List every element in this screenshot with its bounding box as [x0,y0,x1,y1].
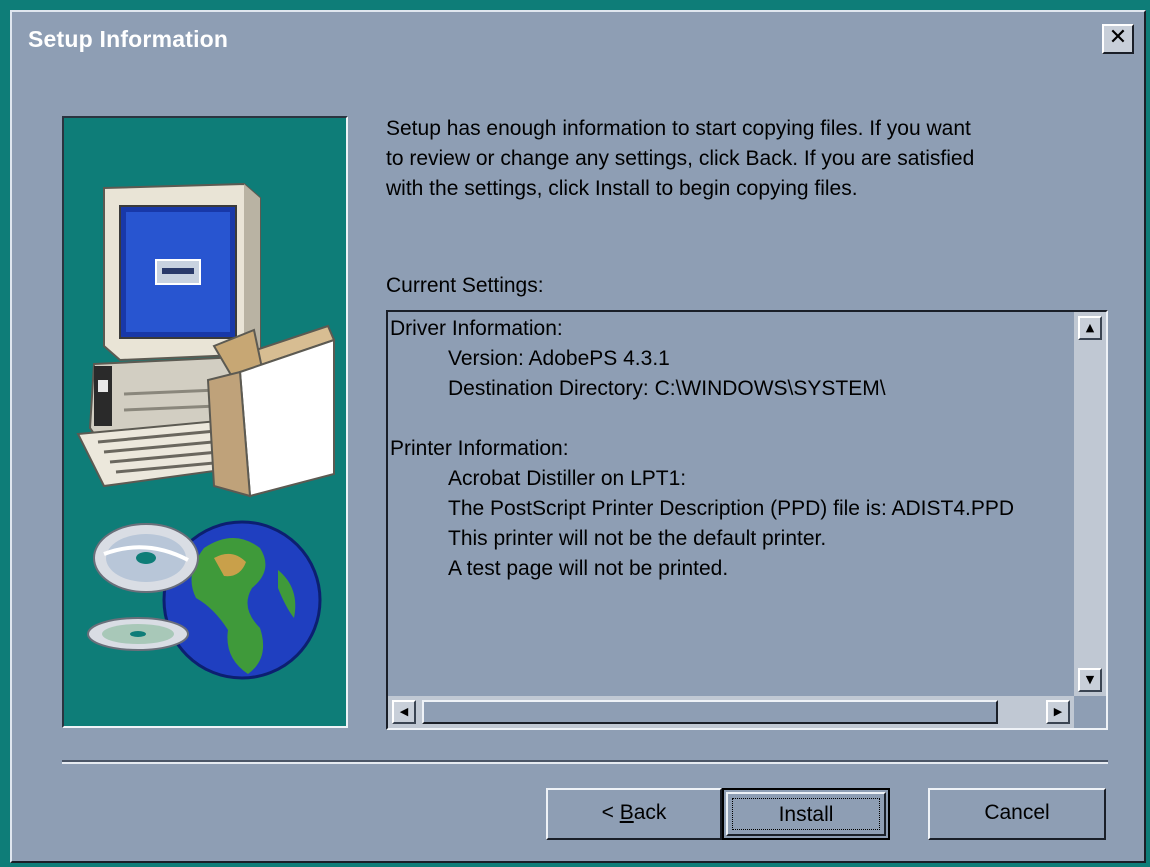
scroll-left-button[interactable]: ◀ [392,700,416,724]
intro-text: Setup has enough information to start co… [386,114,1126,204]
scroll-left-icon: ◀ [399,705,409,718]
window-title: Setup Information [28,26,229,52]
install-button[interactable]: Install [722,788,890,840]
computer-and-globe-illustration [76,182,336,680]
vertical-scrollbar[interactable]: ▲ ▼ [1074,312,1106,698]
scroll-up-icon: ▲ [1085,321,1095,334]
setup-dialog: Setup Information ✕ Setup has enough inf… [10,10,1146,863]
current-settings-listbox[interactable]: Driver Information: Version: AdobePS 4.3… [386,310,1108,730]
settings-line: Printer Information: [390,437,569,460]
settings-line: The PostScript Printer Description (PPD)… [448,497,1015,520]
horizontal-scroll-thumb[interactable] [422,700,998,724]
back-button[interactable]: < Back [546,788,722,840]
intro-line: to review or change any settings, click … [386,147,975,170]
cancel-button[interactable]: Cancel [928,788,1106,840]
button-separator [62,760,1108,764]
horizontal-scrollbar[interactable]: ◀ ▶ [388,696,1074,728]
settings-line: This printer will not be the default pri… [448,527,827,550]
settings-line: Destination Directory: C:\WINDOWS\SYSTEM… [448,377,886,400]
settings-line: Acrobat Distiller on LPT1: [448,467,687,490]
scroll-down-icon: ▼ [1085,673,1095,686]
scroll-up-button[interactable]: ▲ [1078,316,1102,340]
settings-line: Version: AdobePS 4.3.1 [448,347,670,370]
settings-text-area[interactable]: Driver Information: Version: AdobePS 4.3… [390,314,1070,686]
intro-line: Setup has enough information to start co… [386,117,971,140]
back-button-label: ack [633,801,667,824]
cancel-button-label: Cancel [984,801,1050,824]
scroll-right-button[interactable]: ▶ [1046,700,1070,724]
current-settings-label: Current Settings: [386,274,544,297]
scroll-right-icon: ▶ [1053,705,1063,718]
install-button-label: Install [732,798,880,830]
scrollbar-corner [1074,696,1106,728]
title-bar[interactable]: Setup Information ✕ [18,18,1138,62]
close-icon: ✕ [1108,25,1128,50]
settings-line: Driver Information: [390,317,563,340]
settings-line: A test page will not be printed. [448,557,729,580]
settings-line [390,404,1070,434]
close-button[interactable]: ✕ [1102,24,1134,54]
scroll-down-button[interactable]: ▼ [1078,668,1102,692]
intro-line: with the settings, click Install to begi… [386,177,858,200]
setup-illustration [62,116,348,728]
back-button-accelerator: B [619,801,634,824]
back-button-prefix: < [601,801,620,824]
